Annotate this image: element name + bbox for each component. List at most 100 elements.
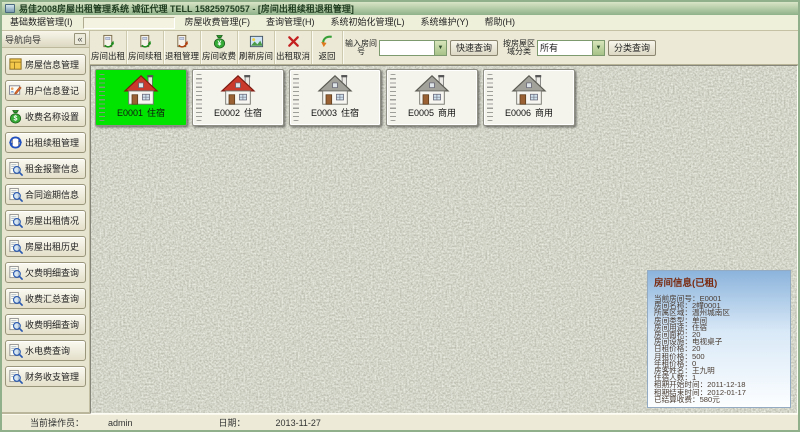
room-card-label: E0003 住宿 bbox=[311, 108, 359, 118]
room-use: 住宿 bbox=[244, 108, 262, 118]
room-info-line: 已结算收费：580元 bbox=[654, 396, 784, 403]
house-icon bbox=[217, 72, 259, 108]
sidebar-item[interactable]: 水电费查询 bbox=[5, 340, 86, 361]
room-use: 住宿 bbox=[147, 108, 165, 118]
search-doc-icon bbox=[8, 343, 23, 358]
house-icon bbox=[120, 72, 162, 108]
room-id: E0005 bbox=[408, 108, 434, 118]
menu-pressed-slot bbox=[83, 17, 175, 29]
menu-item[interactable]: 系统初始化管理(L) bbox=[323, 15, 413, 30]
statusbar: 当前操作员： admin 日期： 2013-11-27 bbox=[2, 414, 798, 430]
date-value: 2013-11-27 bbox=[276, 418, 321, 428]
sidebar-item[interactable]: 财务收支管理 bbox=[5, 366, 86, 387]
room-use: 商用 bbox=[438, 108, 456, 118]
toolbar-button[interactable]: 退租管理 bbox=[164, 31, 201, 64]
moneybag-icon: $ bbox=[8, 109, 23, 124]
chevron-down-icon[interactable]: ▼ bbox=[434, 41, 446, 55]
region-filter-label: 按房屋区域分类 bbox=[502, 40, 536, 56]
menu-item[interactable]: 系统维护(Y) bbox=[413, 15, 477, 30]
room-id: E0003 bbox=[311, 108, 337, 118]
room-info-lines: 当前房间号：E0001房间名称：2幢0001所属区域：温州城南区房间类型：单间房… bbox=[654, 295, 784, 403]
collapse-sidebar-icon[interactable]: « bbox=[74, 33, 86, 45]
rent-manage-icon bbox=[8, 135, 23, 150]
house-icon bbox=[314, 72, 356, 108]
room-info-panel: 房间信息(已租) 当前房间号：E0001房间名称：2幢0001所属区域：温州城南… bbox=[647, 270, 791, 408]
toolbar-button[interactable]: ¥ 房间收费 bbox=[201, 31, 238, 64]
search-doc-icon bbox=[8, 317, 23, 332]
content: 房间出租房间续租退租管理¥房间收费刷新房间出租取消返回 输入房间号 ▼ 快速查询… bbox=[90, 31, 798, 414]
toolbar-button-label: 返回 bbox=[318, 50, 335, 62]
sidebar-item[interactable]: 收费明细查询 bbox=[5, 314, 86, 335]
house-icon bbox=[508, 72, 550, 108]
sidebar-item[interactable]: 收费汇总查询 bbox=[5, 288, 86, 309]
sidebar-item[interactable]: $收费名称设置 bbox=[5, 106, 86, 127]
sidebar-item[interactable]: 租金报警信息 bbox=[5, 158, 86, 179]
operator-value: admin bbox=[108, 418, 133, 428]
room-id: E0002 bbox=[214, 108, 240, 118]
sidebar-item[interactable]: 合同逾期信息 bbox=[5, 184, 86, 205]
room-cards: E0001住宿E0002住宿E0003住宿E0005商用E0006商用 bbox=[95, 69, 575, 126]
body: 导航向导 « 房屋信息管理用户信息登记$收费名称设置出租续租管理租金报警信息合同… bbox=[2, 31, 798, 414]
sidebar-item-label: 租金报警信息 bbox=[25, 162, 79, 175]
sidebar-item-label: 房屋出租历史 bbox=[25, 240, 79, 253]
sidebar-item-label: 收费明细查询 bbox=[25, 318, 79, 331]
app-window: 易佳2008房屋出租管理系统 诚征代理 TELL 15825975057 - [… bbox=[0, 0, 800, 432]
toolbar-button[interactable]: 房间续租 bbox=[127, 31, 164, 64]
svg-text:$: $ bbox=[14, 116, 18, 123]
sidebar-item[interactable]: 出租续租管理 bbox=[5, 132, 86, 153]
menu-item[interactable]: 帮助(H) bbox=[477, 15, 524, 30]
rent-icon bbox=[101, 34, 116, 49]
toolbar-button-label: 房间收费 bbox=[202, 50, 236, 62]
sidebar-item-label: 财务收支管理 bbox=[25, 370, 79, 383]
sidebar-item-label: 水电费查询 bbox=[25, 344, 70, 357]
date-label: 日期： bbox=[219, 416, 246, 429]
quick-search-button[interactable]: 快速查询 bbox=[450, 40, 498, 56]
category-search-button[interactable]: 分类查询 bbox=[608, 40, 656, 56]
room-card[interactable]: E0006商用 bbox=[483, 69, 575, 126]
sidebar-item-label: 房屋出租情况 bbox=[25, 214, 79, 227]
house-form-icon bbox=[8, 57, 23, 72]
sidebar-item-label: 收费汇总查询 bbox=[25, 292, 79, 305]
sidebar-items: 房屋信息管理用户信息登记 $收费名称设置出租续租管理租金报警信息合同逾期信息房屋出… bbox=[2, 48, 89, 414]
sidebar-item[interactable]: 用户信息登记 bbox=[5, 80, 86, 101]
room-use: 商用 bbox=[535, 108, 553, 118]
sidebar-item-label: 合同逾期信息 bbox=[25, 188, 79, 201]
refresh-icon bbox=[249, 34, 264, 49]
operator-label: 当前操作员： bbox=[30, 416, 84, 429]
menu-item[interactable]: 查询管理(H) bbox=[258, 15, 323, 30]
sidebar-item[interactable]: 房屋出租情况 bbox=[5, 210, 86, 231]
svg-text:¥: ¥ bbox=[217, 40, 221, 47]
toolbar-button[interactable]: 房间出租 bbox=[90, 31, 127, 64]
terminate-icon bbox=[175, 34, 190, 49]
room-id: E0001 bbox=[117, 108, 143, 118]
chevron-down-icon[interactable]: ▼ bbox=[592, 41, 604, 55]
sidebar-item-label: 出租续租管理 bbox=[25, 136, 79, 149]
room-card-label: E0006商用 bbox=[505, 108, 553, 118]
sidebar-item[interactable]: 房屋出租历史 bbox=[5, 236, 86, 257]
toolbar-buttons: 房间出租房间续租退租管理 ¥ 房间收费刷新房间出租取消返回 bbox=[90, 31, 343, 64]
toolbar-button[interactable]: 返回 bbox=[312, 31, 343, 64]
search-doc-icon bbox=[8, 161, 23, 176]
toolbar-button-label: 刷新房间 bbox=[239, 50, 273, 62]
menu-item[interactable]: 房屋收费管理(F) bbox=[177, 15, 259, 30]
toolbar-button-label: 退租管理 bbox=[165, 50, 199, 62]
sidebar-item[interactable]: 欠费明细查询 bbox=[5, 262, 86, 283]
sidebar-item[interactable]: 房屋信息管理 bbox=[5, 54, 86, 75]
toolbar-button[interactable]: 出租取消 bbox=[275, 31, 312, 64]
room-card[interactable]: E0001 住宿 bbox=[95, 69, 187, 126]
sidebar-item-label: 欠费明细查询 bbox=[25, 266, 79, 279]
search-doc-icon bbox=[8, 291, 23, 306]
search-doc-icon bbox=[8, 187, 23, 202]
room-card[interactable]: E0005 商用 bbox=[386, 69, 478, 126]
room-card[interactable]: E0002 住宿 bbox=[192, 69, 284, 126]
search-doc-icon bbox=[8, 369, 23, 384]
room-number-combo[interactable]: ▼ bbox=[379, 40, 447, 56]
sidebar-item-label: 用户信息登记 bbox=[25, 84, 79, 97]
region-combo[interactable]: 所有 ▼ bbox=[537, 40, 605, 56]
room-use: 住宿 bbox=[341, 108, 359, 118]
toolbar-button[interactable]: 刷新房间 bbox=[238, 31, 275, 64]
menu-item[interactable]: 基础数据管理(I) bbox=[2, 15, 81, 30]
room-card[interactable]: E0003 住宿 bbox=[289, 69, 381, 126]
house-icon bbox=[411, 72, 453, 108]
search-doc-icon bbox=[8, 265, 23, 280]
